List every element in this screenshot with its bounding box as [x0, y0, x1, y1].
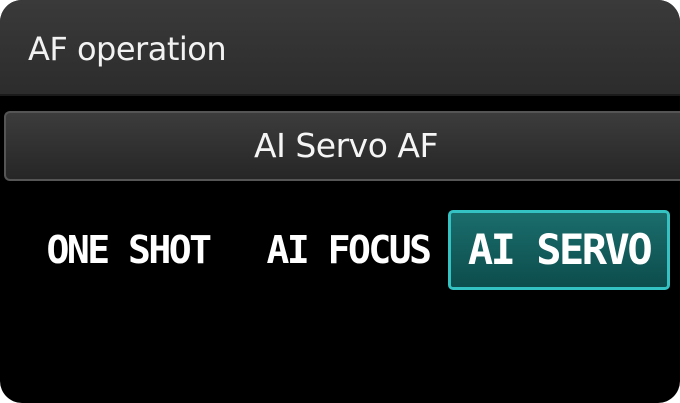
- option-ai-servo-selected[interactable]: AI SERVO: [448, 210, 670, 290]
- current-setting-bar: AI Servo AF: [4, 111, 680, 181]
- option-one-shot[interactable]: ONE SHOT: [32, 210, 224, 290]
- title-bar: AF operation: [0, 0, 680, 96]
- page-title: AF operation: [28, 30, 227, 68]
- af-operation-screen: AF operation AI Servo AF ONE SHOT AI FOC…: [0, 0, 680, 403]
- current-setting-label: AI Servo AF: [254, 126, 438, 165]
- option-ai-focus[interactable]: AI FOCUS: [255, 210, 441, 290]
